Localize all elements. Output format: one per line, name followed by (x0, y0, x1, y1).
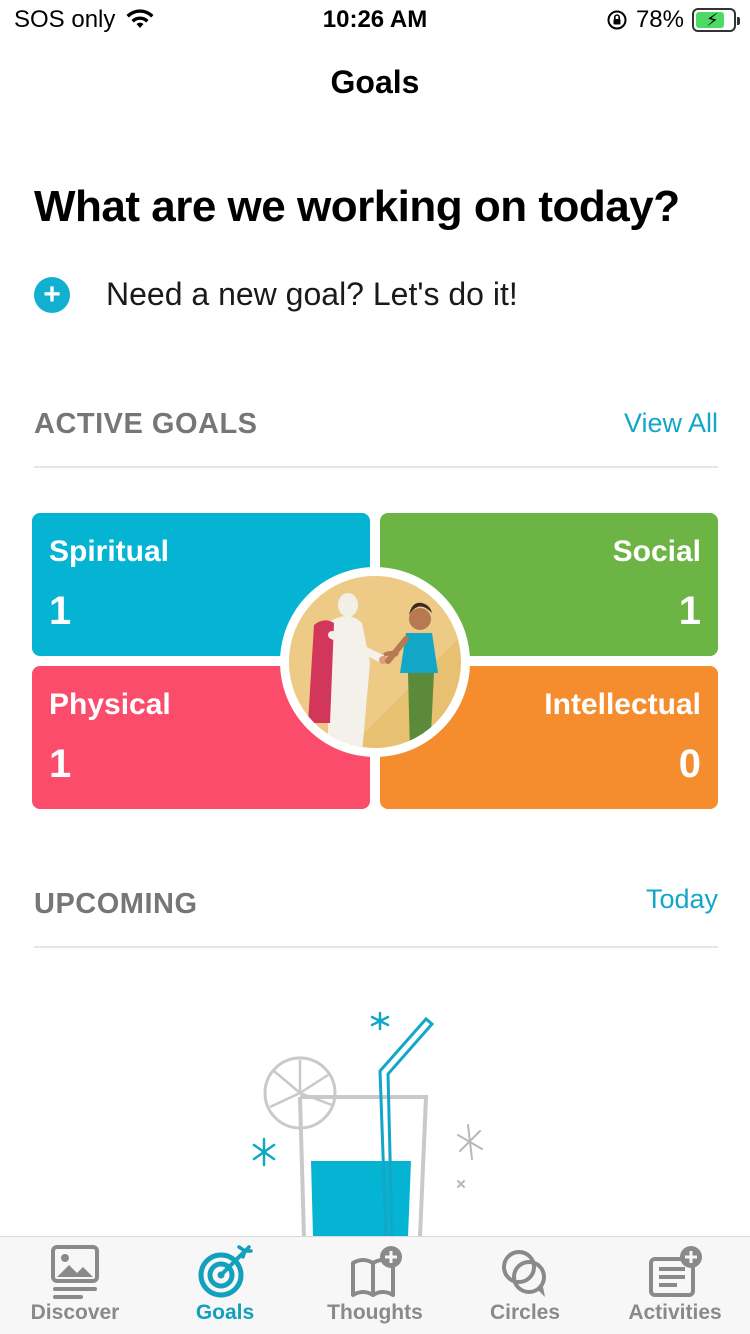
image-icon (51, 1245, 99, 1299)
journal-add-icon (351, 1246, 402, 1297)
upcoming-title: UPCOMING (34, 888, 198, 920)
target-arrow-icon (198, 1245, 253, 1298)
upcoming-header: UPCOMING Today (34, 884, 718, 948)
bolt-icon: ⚡ (706, 10, 719, 30)
page-title: Goals (330, 64, 420, 100)
tab-thoughts[interactable]: Thoughts (300, 1237, 450, 1334)
tile-count: 1 (678, 589, 701, 633)
view-all-link[interactable]: View All (624, 408, 718, 439)
today-link[interactable]: Today (646, 884, 718, 915)
active-goals-header: ACTIVE GOALS View All (34, 408, 718, 468)
headline: What are we working on today? (34, 182, 680, 231)
jesus-and-youth-illustration (280, 567, 470, 757)
battery-charging-icon: ⚡ (692, 8, 740, 32)
list-add-icon (649, 1246, 702, 1297)
tab-goals[interactable]: Goals (150, 1237, 300, 1334)
tile-label: Social (612, 535, 701, 568)
new-goal-button[interactable]: + Need a new goal? Let's do it! (34, 276, 518, 313)
new-goal-label: Need a new goal? Let's do it! (106, 276, 518, 312)
tab-label: Thoughts (327, 1301, 423, 1324)
active-goals-title: ACTIVE GOALS (34, 408, 258, 440)
plus-circle-icon: + (34, 276, 70, 313)
status-right: 78% ⚡ (606, 6, 740, 34)
empty-drink-illustration (252, 1011, 483, 1237)
illustration-image (289, 576, 461, 748)
status-bar: SOS only 10:26 AM 78% ⚡ (0, 0, 750, 44)
tab-bar: Discover Goals Thoughts Circles Activiti… (0, 1236, 750, 1334)
tile-count: 0 (678, 742, 701, 786)
chat-bubbles-icon (502, 1250, 546, 1297)
tile-label: Physical (49, 688, 171, 721)
tile-label: Intellectual (544, 688, 701, 721)
tile-count: 1 (49, 589, 72, 633)
tile-label: Spiritual (49, 535, 170, 568)
tab-label: Goals (195, 1301, 255, 1324)
tab-circles[interactable]: Circles (450, 1237, 600, 1334)
rotation-lock-icon (607, 10, 627, 30)
tab-discover[interactable]: Discover (0, 1237, 150, 1334)
goals-screen: SOS only 10:26 AM 78% ⚡ Goals What are w… (0, 0, 750, 1334)
tab-label: Activities (628, 1301, 722, 1324)
tab-activities[interactable]: Activities (600, 1237, 750, 1334)
goal-category-grid: Spiritual 1 Social 1 Physical 1 Intellec… (32, 513, 718, 809)
tile-count: 1 (49, 742, 72, 786)
tab-label: Circles (489, 1301, 561, 1324)
battery-percent: 78% (635, 6, 684, 33)
tab-label: Discover (30, 1301, 120, 1324)
